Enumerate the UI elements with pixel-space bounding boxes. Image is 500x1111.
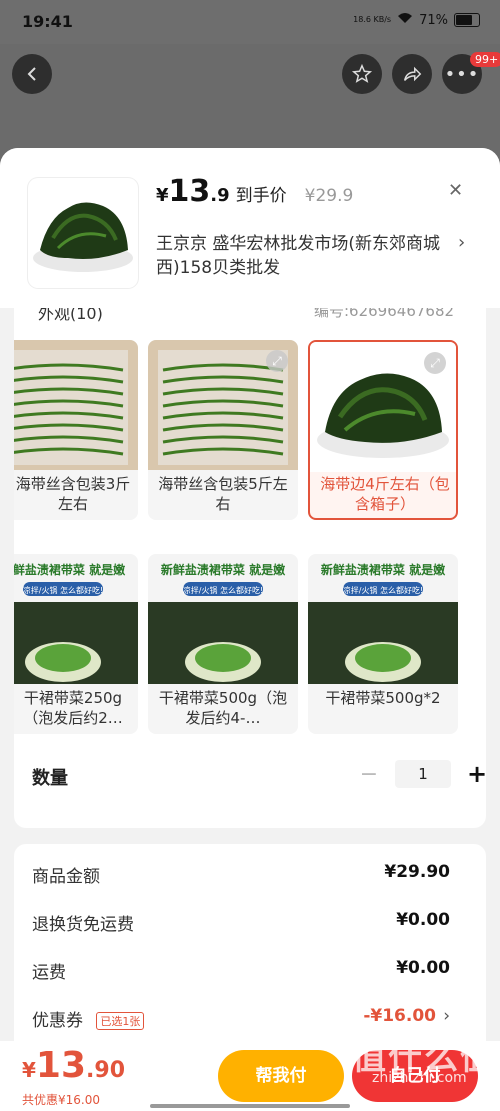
variant-label: 干裙带菜500g（泡发后约4-… bbox=[158, 689, 288, 727]
variant-label: 海带丝含包装3斤左右 bbox=[15, 475, 131, 513]
variant-image: ⤢ bbox=[310, 342, 456, 472]
variant-label: 海带丝含包装5斤左右 bbox=[158, 475, 288, 513]
variant-card-selected[interactable]: ⤢ 海带边4斤左右（包含箱子） bbox=[308, 340, 458, 520]
coupon-selected-tag: 已选1张 bbox=[96, 1012, 145, 1030]
variant-section-title: 外观(10) bbox=[38, 308, 103, 323]
variant-label: 干裙带菜250g（泡发后约2… bbox=[23, 689, 123, 727]
return-shipping-label: 退换货免运费 bbox=[32, 915, 134, 935]
total-price-decimal: .90 bbox=[86, 1058, 126, 1083]
top-nav: ••• 99+ bbox=[0, 52, 500, 98]
price-description: 到手价 bbox=[235, 186, 287, 206]
svg-text:新鲜盐渍裙带菜 就是嫩: 新鲜盐渍裙带菜 就是嫩 bbox=[321, 562, 446, 577]
variant-card[interactable]: 新鲜盐渍裙带菜 就是嫩 凉拌/火锅 怎么都好吃! 干裙带菜500g*2 bbox=[308, 554, 458, 734]
variant-image: 新鲜盐渍裙带菜 就是嫩 凉拌/火锅 怎么都好吃! bbox=[148, 554, 298, 684]
product-code: 编号:62696467682 bbox=[314, 308, 455, 320]
back-arrow-icon bbox=[27, 67, 36, 81]
product-thumbnail bbox=[28, 178, 138, 288]
ad-subtitle: 凉拌/火锅 怎么都好吃! bbox=[23, 585, 103, 595]
original-price: ¥29.9 bbox=[304, 186, 354, 206]
svg-text:新鲜盐渍裙带菜 就是嫩: 新鲜盐渍裙带菜 就是嫩 bbox=[161, 562, 286, 577]
variant-card[interactable]: 海带丝含包装3斤左右 bbox=[14, 340, 138, 520]
quantity-label: 数量 bbox=[32, 768, 68, 789]
total-price-integer: 13 bbox=[35, 1045, 87, 1086]
variant-card[interactable]: 新鲜盐渍裙带菜 就是嫩 凉拌/火锅 怎么都好吃! 干裙带菜500g（泡发后约4-… bbox=[148, 554, 298, 734]
currency-symbol: ¥ bbox=[156, 185, 169, 206]
price-decimal: .9 bbox=[210, 185, 230, 206]
status-time: 19:41 bbox=[22, 12, 73, 31]
zoom-icon[interactable]: ⤢ bbox=[266, 350, 288, 372]
shipping-label: 运费 bbox=[32, 963, 66, 983]
coupon-value: -¥16.00 bbox=[363, 1006, 436, 1026]
total-currency: ¥ bbox=[22, 1058, 36, 1082]
shipping-row: 运费 ¥0.00 bbox=[32, 958, 450, 988]
variant-image: 新鲜盐渍裙带菜 就是嫩 凉拌/火锅 怎么都好吃! bbox=[308, 554, 458, 684]
return-shipping-value: ¥0.00 bbox=[396, 910, 450, 930]
price-integer: 13 bbox=[168, 174, 211, 209]
total-price: ¥ 13 .90 bbox=[22, 1045, 125, 1086]
svg-text:凉拌/火锅 怎么都好吃!: 凉拌/火锅 怎么都好吃! bbox=[343, 585, 423, 595]
goods-amount-row: 商品金额 ¥29.90 bbox=[32, 862, 450, 892]
variant-image: ⤢ bbox=[148, 340, 298, 470]
total-discount: 共优惠¥16.00 bbox=[22, 1093, 100, 1107]
variant-label: 干裙带菜500g*2 bbox=[325, 689, 441, 707]
zoom-icon[interactable]: ⤢ bbox=[424, 352, 446, 374]
quantity-decrease-button[interactable]: − bbox=[359, 762, 379, 787]
return-shipping-row: 退换货免运费 ¥0.00 bbox=[32, 910, 450, 940]
variant-label: 海带边4斤左右（包含箱子） bbox=[320, 475, 450, 513]
chevron-right-icon[interactable]: › bbox=[458, 232, 465, 253]
battery-icon bbox=[454, 13, 480, 27]
sheet-header: ¥ 13 .9 到手价 ¥29.9 ✕ 王京京 盛华宏林批发市场(新东郊商城西)… bbox=[0, 148, 500, 308]
battery-percent: 71% bbox=[419, 12, 448, 28]
sku-sheet: ¥ 13 .9 到手价 ¥29.9 ✕ 王京京 盛华宏林批发市场(新东郊商城西)… bbox=[0, 148, 500, 1111]
network-speed: 18.6 KB/s bbox=[353, 15, 392, 24]
shipping-value: ¥0.00 bbox=[396, 958, 450, 978]
share-button[interactable] bbox=[392, 54, 432, 94]
svg-text:凉拌/火锅 怎么都好吃!: 凉拌/火锅 怎么都好吃! bbox=[183, 585, 263, 595]
goods-amount-value: ¥29.90 bbox=[384, 862, 450, 882]
share-icon bbox=[403, 66, 422, 82]
shop-name[interactable]: 王京京 盛华宏林批发市场(新东郊商城西)158贝类批发 bbox=[156, 232, 446, 280]
variant-image: 新鲜盐渍裙带菜 就是嫩 凉拌/火锅 怎么都好吃! bbox=[14, 554, 138, 684]
coupon-label: 优惠券 bbox=[32, 1011, 83, 1031]
wifi-icon bbox=[397, 12, 413, 28]
variant-panel: 外观(10) 编号:62696467682 海带丝含包装3斤左右 ⤢ 海带丝含包… bbox=[14, 308, 486, 828]
status-bar: 19:41 18.6 KB/s 71% bbox=[0, 0, 500, 44]
help-pay-button[interactable]: 帮我付 bbox=[218, 1050, 344, 1102]
favorite-button[interactable] bbox=[342, 54, 382, 94]
price-row: ¥ 13 .9 到手价 ¥29.9 bbox=[156, 174, 353, 209]
home-indicator bbox=[150, 1104, 350, 1108]
chevron-right-icon: › bbox=[443, 1006, 450, 1026]
notification-badge: 99+ bbox=[470, 52, 500, 67]
variant-card[interactable]: ⤢ 海带丝含包装5斤左右 bbox=[148, 340, 298, 520]
goods-amount-label: 商品金额 bbox=[32, 867, 100, 887]
quantity-input[interactable]: 1 bbox=[395, 760, 451, 788]
ad-title: 新鲜盐渍裙带菜 就是嫩 bbox=[14, 562, 126, 577]
star-icon bbox=[351, 63, 373, 83]
more-icon: ••• bbox=[444, 63, 480, 85]
back-button[interactable] bbox=[12, 54, 52, 94]
quantity-increase-button[interactable]: + bbox=[467, 760, 486, 788]
close-icon[interactable]: ✕ bbox=[448, 180, 463, 201]
quantity-stepper: − 1 + bbox=[359, 760, 486, 788]
watermark-url: zhizhizhi.com bbox=[372, 1070, 467, 1086]
variant-image bbox=[14, 340, 138, 470]
variant-card[interactable]: 新鲜盐渍裙带菜 就是嫩 凉拌/火锅 怎么都好吃! 干裙带菜250g（泡发后约2… bbox=[14, 554, 138, 734]
